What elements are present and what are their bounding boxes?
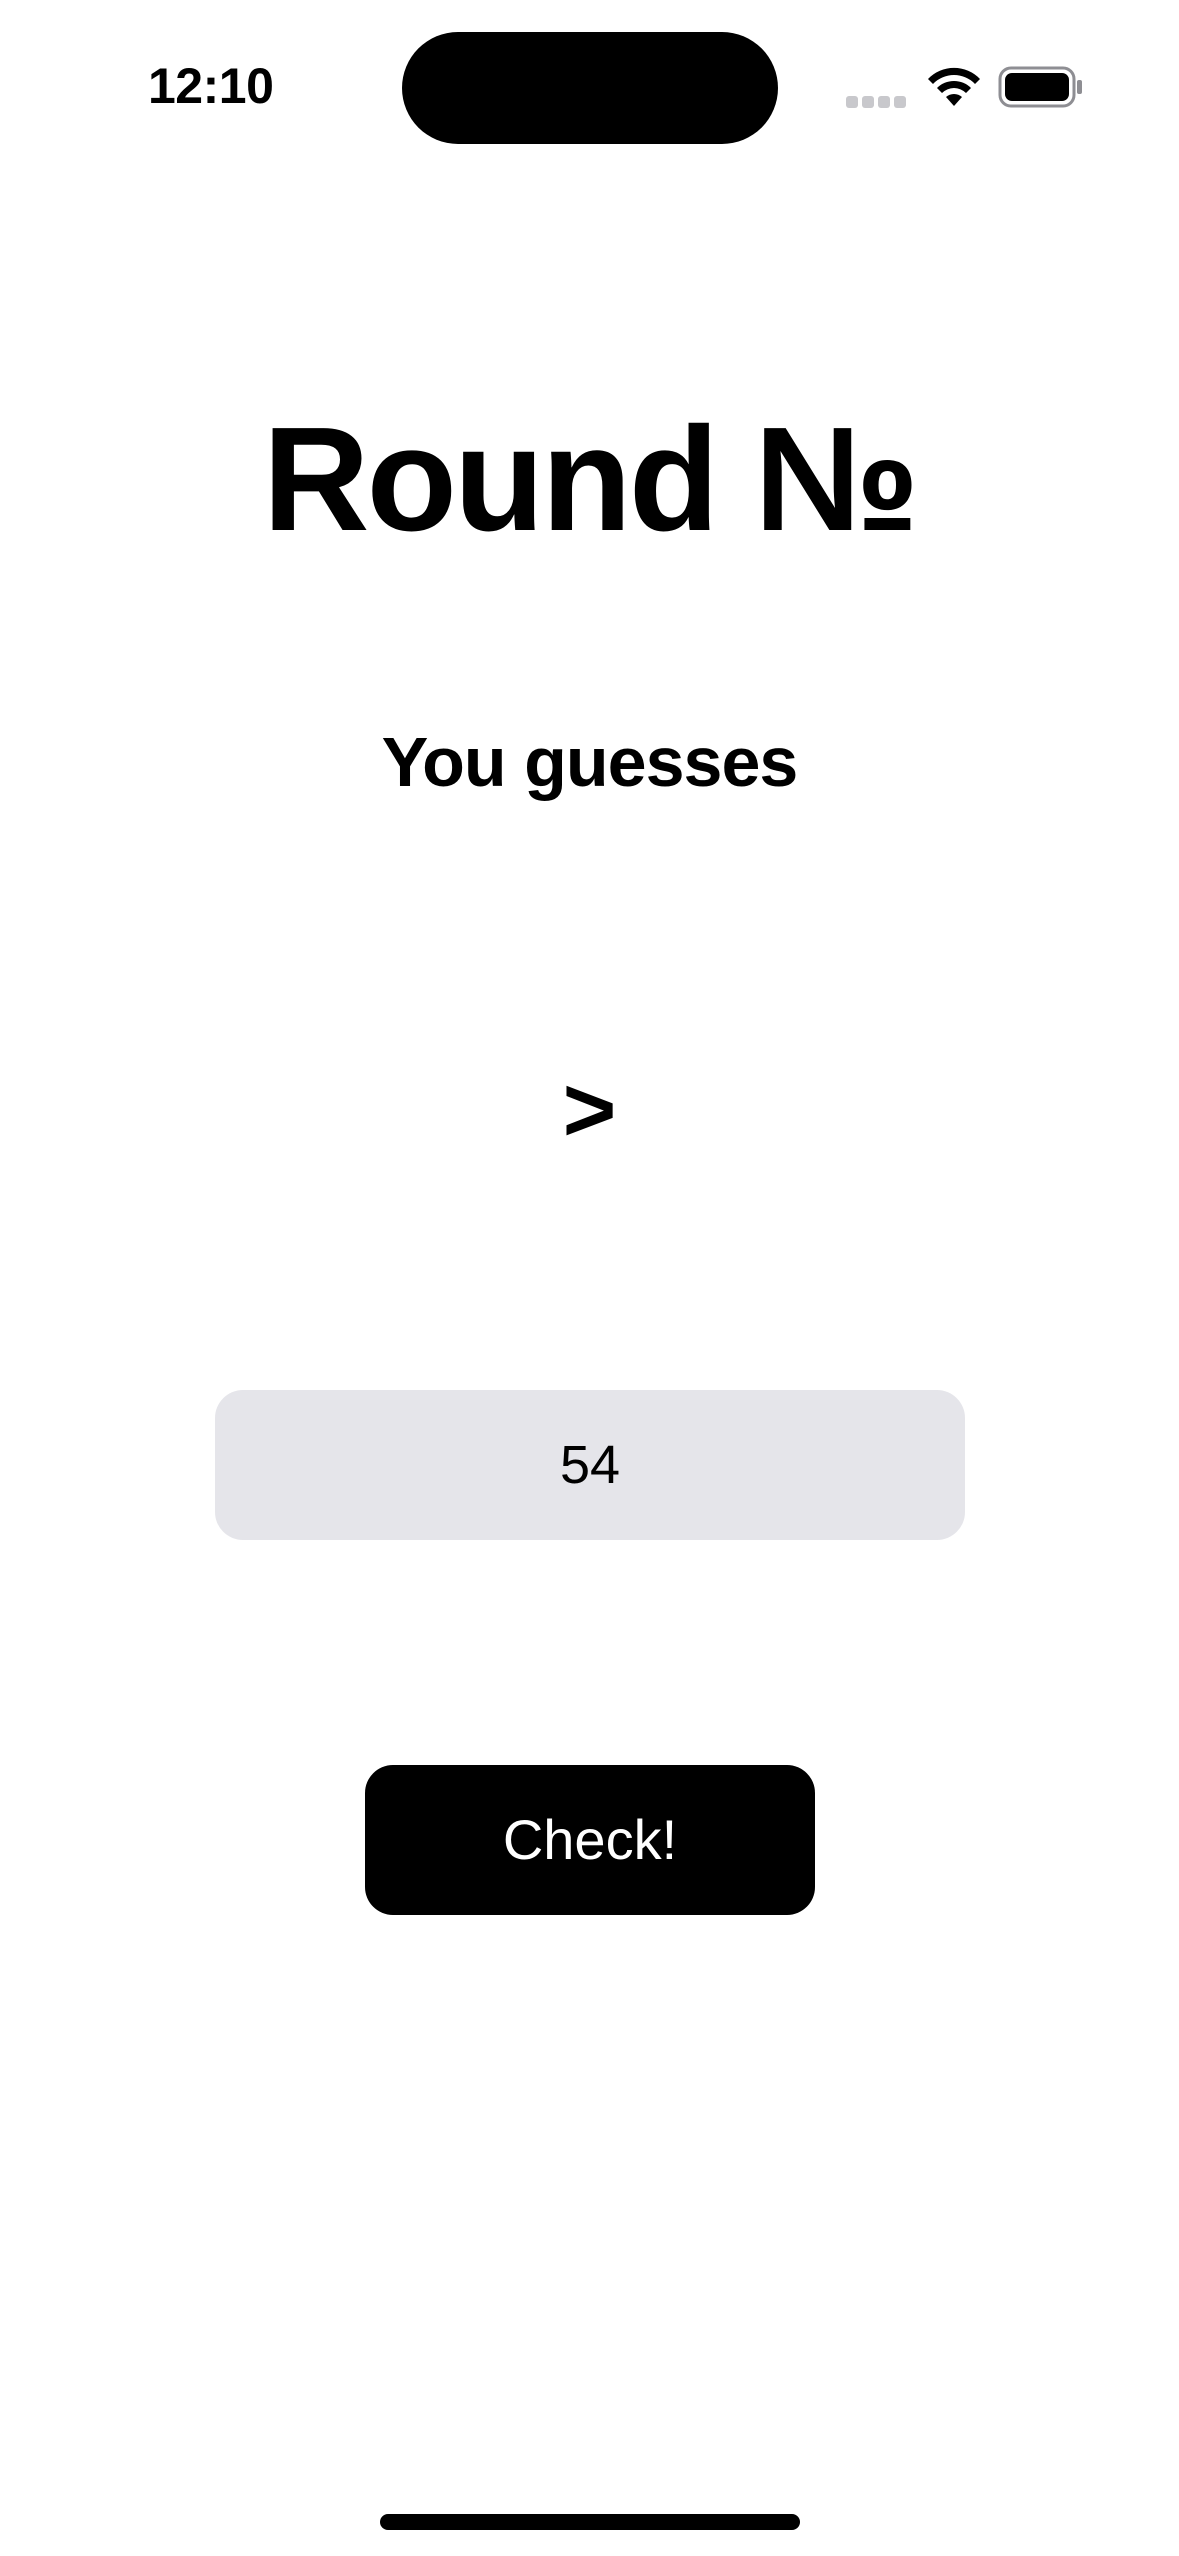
dynamic-island	[402, 32, 778, 144]
home-indicator[interactable]	[380, 2514, 800, 2530]
check-button[interactable]: Check!	[365, 1765, 815, 1915]
hint-symbol: >	[562, 1059, 617, 1161]
cellular-signal-icon	[846, 96, 906, 108]
wifi-icon	[928, 67, 980, 106]
guess-subtitle: You guesses	[381, 723, 799, 801]
guess-input[interactable]	[215, 1390, 965, 1540]
status-time: 12:10	[148, 58, 274, 114]
battery-icon	[998, 66, 1082, 108]
round-title: Round №	[262, 397, 920, 562]
